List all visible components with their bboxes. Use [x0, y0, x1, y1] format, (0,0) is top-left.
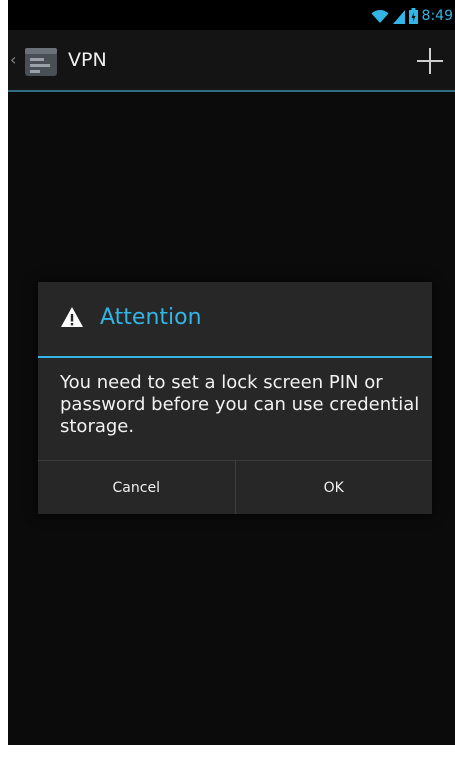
dialog-title: Attention	[100, 305, 202, 330]
dialog-button-bar: Cancel OK	[38, 460, 432, 514]
attention-dialog: Attention You need to set a lock screen …	[38, 282, 432, 514]
status-bar: 8:49	[8, 0, 455, 30]
action-bar: ‹ VPN	[8, 30, 455, 92]
cancel-button[interactable]: Cancel	[38, 461, 235, 514]
dialog-divider	[38, 356, 432, 358]
dialog-header: Attention	[38, 282, 432, 358]
status-icons: 8:49	[371, 6, 453, 26]
status-time: 8:49	[421, 8, 453, 24]
wifi-icon	[371, 9, 389, 23]
up-caret-icon[interactable]: ‹	[10, 52, 16, 68]
dialog-message: You need to set a lock screen PIN or pas…	[60, 372, 420, 437]
signal-icon	[392, 10, 405, 24]
phone-screen: 8:49 ‹ VPN Attention You need to set a l…	[8, 0, 455, 745]
battery-icon	[408, 8, 418, 24]
vpn-settings-app-icon[interactable]	[23, 44, 59, 80]
warning-icon	[61, 307, 83, 327]
ok-button[interactable]: OK	[234, 461, 433, 514]
add-vpn-button[interactable]	[415, 46, 445, 76]
page-title: VPN	[68, 49, 107, 71]
